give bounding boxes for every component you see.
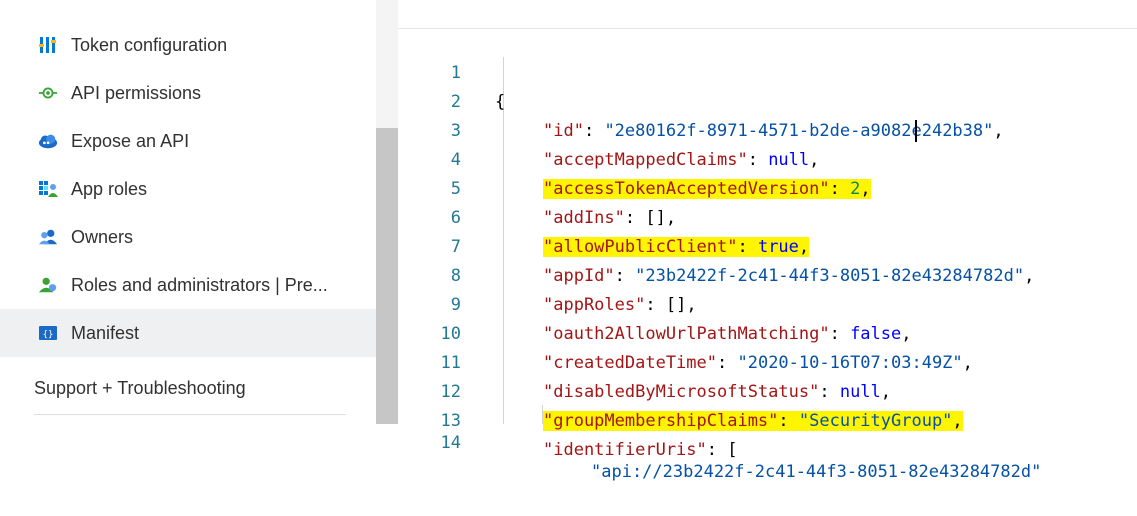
sidebar-item-expose-an-api[interactable]: Expose an API: [0, 117, 376, 165]
code-text: "api://23b2422f-2c41-44f3-8051-82e432847…: [591, 458, 1041, 487]
sidebar-item-label: Owners: [71, 226, 134, 247]
divider: [398, 28, 1137, 29]
sidebar-item-label: Expose an API: [71, 130, 190, 151]
sidebar-item-label: App roles: [71, 178, 148, 199]
divider: [34, 414, 346, 415]
api-permissions-icon: [38, 83, 58, 103]
token-config-icon: [38, 35, 58, 55]
code-line: 3 "acceptMappedClaims": null,: [398, 88, 1137, 170]
sidebar-nav: Token configuration API permissions Expo…: [0, 0, 376, 424]
app-roles-icon: [38, 179, 58, 199]
code-line: 7 "appId": "23b2422f-2c41-44f3-8051-82e4…: [398, 204, 1137, 286]
sidebar-item-app-roles[interactable]: App roles: [0, 165, 376, 213]
cloud-icon: [38, 131, 58, 151]
code-line: 1 {: [398, 30, 1137, 112]
line-number: 14: [440, 433, 461, 453]
svg-text:{}: {}: [43, 330, 54, 340]
sidebar-item-token-configuration[interactable]: Token configuration: [0, 21, 376, 69]
code-line: 9 "oauth2AllowUrlPathMatching": false,: [398, 262, 1137, 344]
code-line: 4 "accessTokenAcceptedVersion": 2,: [398, 117, 1137, 199]
json-value: "api://23b2422f-2c41-44f3-8051-82e432847…: [591, 462, 1042, 482]
code-line: 10 "createdDateTime": "2020-10-16T07:03:…: [398, 291, 1137, 373]
sidebar-item-manifest[interactable]: {} Manifest: [0, 309, 376, 357]
manifest-icon: {}: [38, 323, 58, 343]
sidebar-item-label: Roles and administrators | Pre...: [71, 274, 328, 295]
sidebar-item-label: API permissions: [71, 82, 202, 103]
code-line: 11 "disabledByMicrosoftStatus": null,: [398, 320, 1137, 402]
text-cursor: [915, 120, 917, 142]
sidebar-item-roles-and-administrators[interactable]: Roles and administrators | Pre...: [0, 261, 376, 309]
manifest-editor[interactable]: 1 { 2 "id": "2e80162f-8971-4571-b2de-a90…: [398, 0, 1137, 482]
section-header-support: Support + Troubleshooting: [34, 378, 246, 398]
sidebar-item-api-permissions[interactable]: API permissions: [0, 69, 376, 117]
code-line: 2 "id": "2e80162f-8971-4571-b2de-a9082e2…: [398, 59, 1137, 141]
code-line: 14 "api://23b2422f-2c41-44f3-8051-82e432…: [398, 400, 1137, 482]
sidebar-item-label: Token configuration: [71, 34, 228, 55]
sidebar-scrollbar-thumb[interactable]: [376, 128, 398, 424]
json-key: "identifierUris": [543, 440, 707, 460]
sidebar-item-owners[interactable]: Owners: [0, 213, 376, 261]
code-line: 5 "addIns": [],: [398, 146, 1137, 228]
owners-icon: [38, 227, 58, 247]
roles-admin-icon: [38, 275, 58, 295]
code-line: 8 "appRoles": [],: [398, 233, 1137, 315]
code-line: 6 "allowPublicClient": true,: [398, 175, 1137, 257]
code-line: 12 "groupMembershipClaims": "SecurityGro…: [398, 349, 1137, 431]
json-value: [: [727, 440, 738, 460]
sidebar-item-label: Manifest: [71, 322, 140, 343]
